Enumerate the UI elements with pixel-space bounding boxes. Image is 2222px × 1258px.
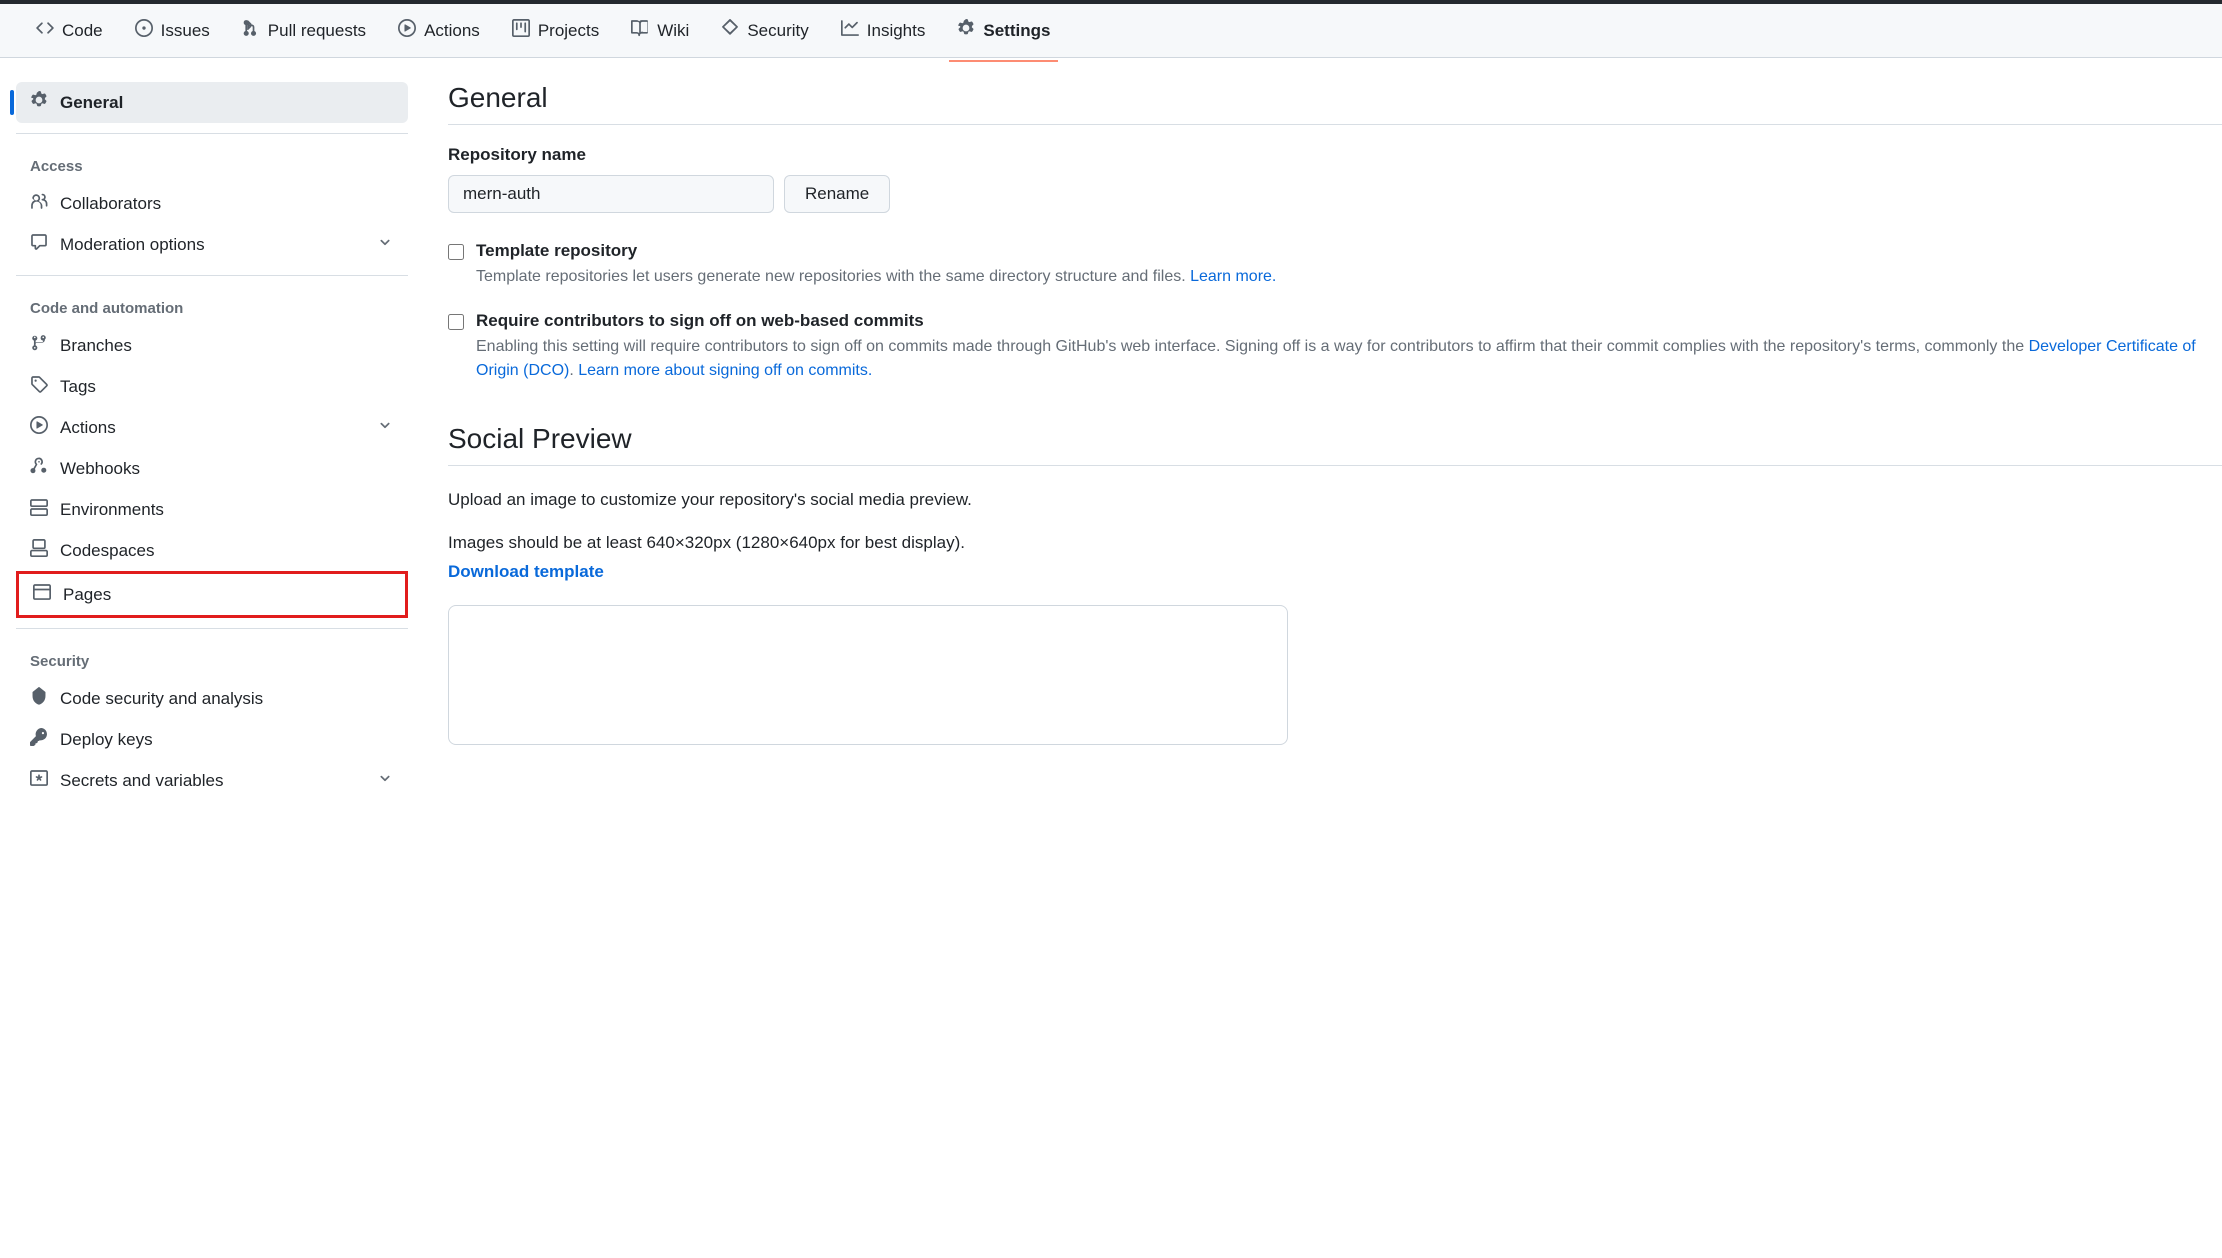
sidebar-item-moderation[interactable]: Moderation options	[16, 224, 408, 265]
tab-projects[interactable]: Projects	[500, 11, 611, 50]
gear-icon	[957, 19, 975, 42]
signoff-desc: Enabling this setting will require contr…	[476, 335, 2222, 383]
signoff-checkbox[interactable]	[448, 314, 464, 330]
template-learn-more-link[interactable]: Learn more.	[1190, 268, 1276, 285]
sidebar-item-codespaces[interactable]: Codespaces	[16, 530, 408, 571]
divider	[16, 628, 408, 629]
tab-label: Code	[62, 21, 103, 41]
play-icon	[30, 416, 48, 439]
tab-code[interactable]: Code	[24, 11, 115, 50]
tab-label: Insights	[867, 21, 926, 41]
sidebar-item-environments[interactable]: Environments	[16, 489, 408, 530]
sidebar-item-label: Deploy keys	[60, 730, 153, 750]
divider	[16, 133, 408, 134]
sidebar-item-tags[interactable]: Tags	[16, 366, 408, 407]
sidebar-item-label: Branches	[60, 336, 132, 356]
graph-icon	[841, 19, 859, 42]
tag-icon	[30, 375, 48, 398]
tab-label: Wiki	[657, 21, 689, 41]
social-preview-dropzone[interactable]	[448, 605, 1288, 745]
tab-label: Actions	[424, 21, 480, 41]
webhook-icon	[30, 457, 48, 480]
tab-issues[interactable]: Issues	[123, 11, 222, 50]
sidebar-item-webhooks[interactable]: Webhooks	[16, 448, 408, 489]
key-icon	[30, 728, 48, 751]
people-icon	[30, 192, 48, 215]
book-icon	[631, 19, 649, 42]
sidebar-item-label: Actions	[60, 418, 116, 438]
codespaces-icon	[30, 539, 48, 562]
tab-label: Issues	[161, 21, 210, 41]
tab-label: Settings	[983, 21, 1050, 41]
sidebar-heading-code: Code and automation	[16, 286, 408, 325]
sidebar-item-label: Collaborators	[60, 194, 161, 214]
sidebar-heading-security: Security	[16, 639, 408, 678]
template-repo-checkbox[interactable]	[448, 244, 464, 260]
browser-icon	[33, 583, 51, 606]
sidebar-item-label: General	[60, 93, 123, 113]
sidebar-item-pages[interactable]: Pages	[16, 571, 408, 618]
issue-icon	[135, 19, 153, 42]
tab-insights[interactable]: Insights	[829, 11, 938, 50]
divider	[16, 275, 408, 276]
sidebar-item-secrets[interactable]: Secrets and variables	[16, 760, 408, 801]
tab-label: Security	[747, 21, 808, 41]
code-icon	[36, 19, 54, 42]
template-repo-desc: Template repositories let users generate…	[476, 265, 1276, 289]
rename-button[interactable]: Rename	[784, 175, 890, 213]
sidebar-item-label: Secrets and variables	[60, 771, 223, 791]
sidebar-item-label: Tags	[60, 377, 96, 397]
social-preview-line1: Upload an image to customize your reposi…	[448, 486, 2222, 515]
server-icon	[30, 498, 48, 521]
signoff-title: Require contributors to sign off on web-…	[476, 311, 2222, 331]
settings-main: General Repository name Rename Template …	[424, 82, 2222, 801]
sidebar-item-code-security[interactable]: Code security and analysis	[16, 678, 408, 719]
sidebar-item-label: Codespaces	[60, 541, 155, 561]
play-icon	[398, 19, 416, 42]
comment-icon	[30, 233, 48, 256]
tab-security[interactable]: Security	[709, 11, 820, 50]
download-template-link[interactable]: Download template	[448, 562, 604, 581]
sidebar-item-actions[interactable]: Actions	[16, 407, 408, 448]
sidebar-item-general[interactable]: General	[16, 82, 408, 123]
shield-icon	[721, 19, 739, 42]
sidebar-item-label: Moderation options	[60, 235, 205, 255]
settings-sidebar: General Access Collaborators Moderation …	[16, 82, 424, 801]
tab-label: Pull requests	[268, 21, 366, 41]
page-title: General	[448, 82, 2222, 125]
social-preview-line2: Images should be at least 640×320px (128…	[448, 529, 2222, 558]
repo-tabs: Code Issues Pull requests Actions Projec…	[0, 0, 2222, 58]
signoff-learn-more-link[interactable]: Learn more about signing off on commits.	[578, 362, 872, 379]
sidebar-item-label: Code security and analysis	[60, 689, 263, 709]
tab-wiki[interactable]: Wiki	[619, 11, 701, 50]
git-branch-icon	[30, 334, 48, 357]
asterisk-icon	[30, 769, 48, 792]
tab-pull-requests[interactable]: Pull requests	[230, 11, 378, 50]
shield-scan-icon	[30, 687, 48, 710]
chevron-down-icon	[376, 769, 394, 792]
sidebar-item-collaborators[interactable]: Collaborators	[16, 183, 408, 224]
tab-settings[interactable]: Settings	[945, 11, 1062, 50]
sidebar-item-branches[interactable]: Branches	[16, 325, 408, 366]
sidebar-item-deploy-keys[interactable]: Deploy keys	[16, 719, 408, 760]
tab-actions[interactable]: Actions	[386, 11, 492, 50]
pr-icon	[242, 19, 260, 42]
template-repo-title: Template repository	[476, 241, 1276, 261]
sidebar-item-label: Pages	[63, 585, 111, 605]
sidebar-item-label: Webhooks	[60, 459, 140, 479]
gear-icon	[30, 91, 48, 114]
tab-label: Projects	[538, 21, 599, 41]
sidebar-item-label: Environments	[60, 500, 164, 520]
chevron-down-icon	[376, 233, 394, 256]
sidebar-heading-access: Access	[16, 144, 408, 183]
project-icon	[512, 19, 530, 42]
chevron-down-icon	[376, 416, 394, 439]
repo-name-label: Repository name	[448, 145, 2222, 165]
social-preview-title: Social Preview	[448, 423, 2222, 466]
repo-name-input[interactable]	[448, 175, 774, 213]
